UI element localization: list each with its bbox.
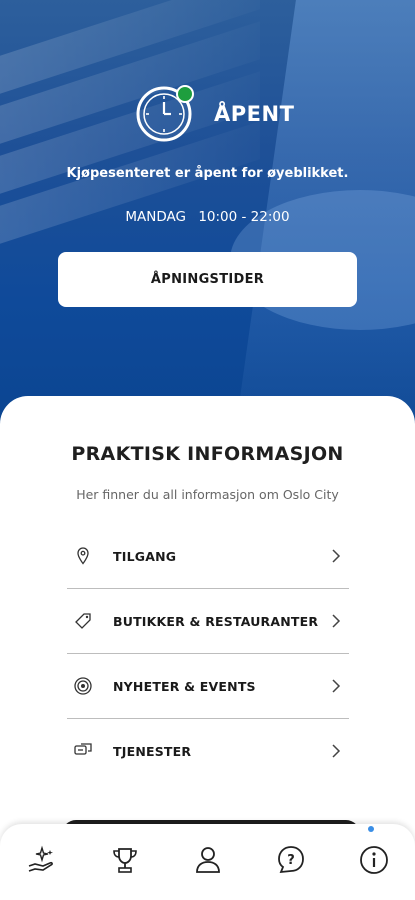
info-list: TILGANG BUTIKKER & RESTAURANTER NYHETER … bbox=[67, 524, 349, 783]
help-icon: ? bbox=[275, 844, 307, 880]
opening-hours-button[interactable]: ÅPNINGSTIDER bbox=[58, 252, 357, 307]
chevron-right-icon bbox=[329, 741, 343, 761]
info-item-label: BUTIKKER & RESTAURANTER bbox=[113, 613, 319, 629]
trophy-icon bbox=[109, 844, 141, 880]
info-title: PRAKTISK INFORMASJON bbox=[71, 443, 344, 465]
tab-help[interactable]: ? bbox=[261, 832, 321, 892]
open-status-title: ÅPENT bbox=[214, 102, 295, 126]
info-item-label: TJENESTER bbox=[113, 743, 192, 759]
tab-rewards[interactable] bbox=[12, 832, 72, 892]
hand-stars-icon bbox=[26, 844, 58, 880]
chevron-right-icon bbox=[329, 546, 343, 566]
info-item-butikker[interactable]: BUTIKKER & RESTAURANTER bbox=[67, 589, 349, 654]
chevron-right-icon bbox=[329, 676, 343, 696]
today-day-label: MANDAG bbox=[125, 209, 187, 225]
chevron-right-icon bbox=[329, 611, 343, 631]
svg-text:?: ? bbox=[287, 853, 295, 868]
bottom-tab-bar: ? bbox=[0, 824, 415, 900]
today-hours: MANDAG 10:00 - 22:00 bbox=[0, 209, 415, 225]
tab-profile[interactable] bbox=[178, 832, 238, 892]
today-hours-value: 10:00 - 22:00 bbox=[198, 209, 290, 225]
tag-icon bbox=[73, 610, 107, 632]
hero-banner: ÅPENT Kjøpesenteret er åpent for øyeblik… bbox=[0, 0, 415, 430]
info-item-nyheter[interactable]: NYHETER & EVENTS bbox=[67, 654, 349, 719]
location-pin-icon bbox=[73, 545, 107, 567]
info-item-label: TILGANG bbox=[113, 548, 177, 564]
target-icon bbox=[73, 675, 107, 697]
info-item-label: NYHETER & EVENTS bbox=[113, 678, 256, 694]
info-subtitle: Her finner du all informasjon om Oslo Ci… bbox=[76, 487, 339, 502]
active-tab-indicator bbox=[368, 826, 374, 832]
info-item-tjenester[interactable]: TJENESTER bbox=[67, 719, 349, 783]
tab-info[interactable] bbox=[344, 832, 404, 892]
open-status-subtitle: Kjøpesenteret er åpent for øyeblikket. bbox=[66, 166, 349, 181]
chat-icon bbox=[73, 740, 107, 762]
profile-icon bbox=[192, 844, 224, 880]
info-icon bbox=[358, 844, 390, 880]
clock-icon bbox=[136, 84, 196, 144]
info-item-tilgang[interactable]: TILGANG bbox=[67, 524, 349, 589]
tab-competitions[interactable] bbox=[95, 832, 155, 892]
